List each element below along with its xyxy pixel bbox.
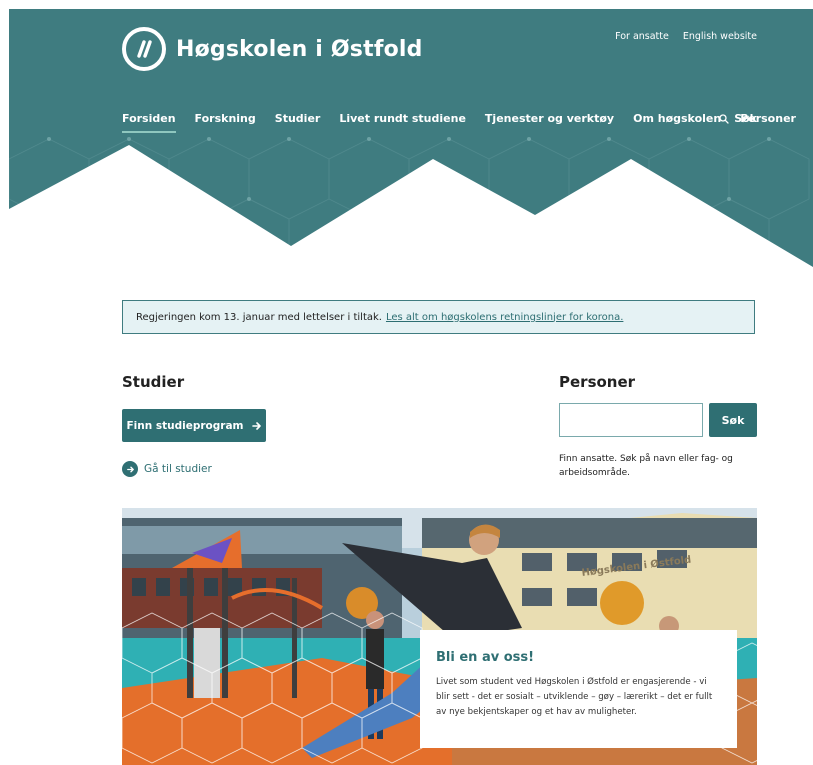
ga-til-studier-label: Gå til studier	[144, 463, 212, 475]
person-search-help: Finn ansatte. Søk på navn eller fag- og …	[559, 454, 733, 478]
finn-studieprogram-label: Finn studieprogram	[126, 419, 244, 432]
notice-link[interactable]: Les alt om høgskolens retningslinjer for…	[386, 312, 623, 323]
nav-tjenester-og-verktoy[interactable]: Tjenester og verktøy	[485, 112, 614, 133]
corona-notice: Regjeringen kom 13. januar med lettelser…	[122, 300, 755, 334]
studier-heading: Studier	[122, 373, 185, 391]
ga-til-studier-link[interactable]: Gå til studier	[122, 461, 212, 477]
personer-heading: Personer	[559, 373, 636, 391]
site-header: Høgskolen i Østfold For ansatte English …	[9, 9, 813, 271]
arrow-circle-right-icon	[122, 461, 138, 477]
arrow-right-icon	[251, 421, 261, 430]
nav-forskning[interactable]: Forskning	[195, 112, 256, 133]
hero-card-text: Livet som student ved Høgskolen i Østfol…	[436, 677, 713, 717]
site-name: Høgskolen i Østfold	[176, 36, 423, 62]
top-links: For ansatte English website	[615, 31, 757, 42]
header-search-label: Søk	[734, 112, 757, 125]
person-search-button[interactable]: Søk	[709, 403, 757, 437]
nav-om-hogskolen[interactable]: Om høgskolen	[633, 112, 721, 133]
notice-text: Regjeringen kom 13. januar med lettelser…	[136, 311, 382, 323]
person-search-input[interactable]	[559, 403, 703, 437]
main-navigation: Forsiden Forskning Studier Livet rundt s…	[122, 112, 796, 133]
hero-card[interactable]: Bli en av oss! Livet som student ved Høg…	[420, 630, 737, 748]
nav-forsiden[interactable]: Forsiden	[122, 112, 176, 133]
hiof-logo-icon	[122, 27, 166, 71]
link-english-website[interactable]: English website	[683, 31, 757, 42]
page: Høgskolen i Østfold For ansatte English …	[0, 0, 813, 765]
link-for-ansatte[interactable]: For ansatte	[615, 31, 669, 42]
finn-studieprogram-button[interactable]: Finn studieprogram	[122, 409, 266, 442]
nav-livet-rundt-studiene[interactable]: Livet rundt studiene	[339, 112, 466, 133]
site-logo[interactable]: Høgskolen i Østfold	[122, 27, 423, 71]
nav-studier[interactable]: Studier	[275, 112, 321, 133]
header-search-button[interactable]: Søk	[719, 112, 757, 125]
hero-banner: Høgskolen i Østfold Bli en av oss! Livet…	[122, 508, 757, 765]
search-icon	[719, 113, 729, 124]
hero-card-title: Bli en av oss!	[436, 650, 535, 665]
